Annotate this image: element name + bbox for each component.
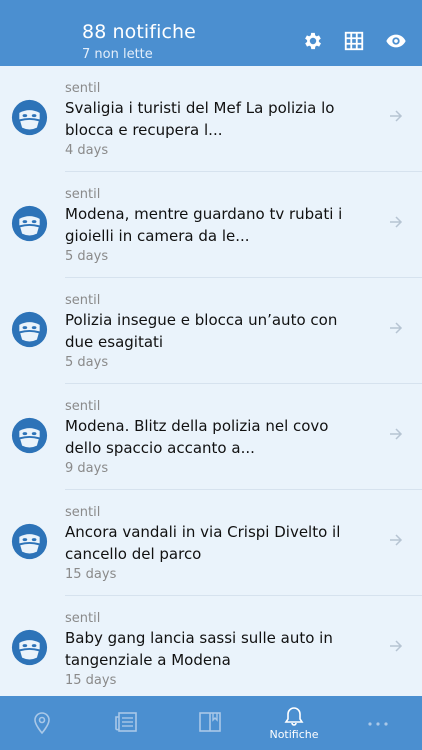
tab-book[interactable] [168, 696, 252, 750]
unread-count: 7 non lette [82, 47, 153, 62]
notification-sender: sentil [65, 399, 101, 414]
notification-item[interactable]: sentil Modena. Blitz della polizia nel c… [0, 384, 422, 490]
notification-text: Polizia insegue e blocca un’auto con due… [65, 311, 338, 351]
ninja-avatar-icon [11, 311, 48, 348]
notification-text: Svaligia i turisti del Mef La polizia lo… [65, 99, 335, 139]
bell-icon [284, 707, 304, 726]
ninja-avatar-icon [11, 417, 48, 454]
ninja-avatar-icon [11, 523, 48, 560]
notification-item[interactable]: sentil Ancora vandali in via Crispi Dive… [0, 490, 422, 596]
notification-item[interactable]: sentil Svaligia i turisti del Mef La pol… [0, 66, 422, 172]
notification-item[interactable]: sentil Polizia insegue e blocca un’auto … [0, 278, 422, 384]
arrow-right-icon [390, 640, 403, 652]
gear-icon[interactable] [302, 30, 324, 52]
arrow-right-icon [390, 110, 403, 122]
news-icon [115, 712, 137, 732]
page-title: 88 notifiche [82, 21, 196, 43]
notification-text: Modena. Blitz della polizia nel covo del… [65, 417, 329, 457]
arrow-right-icon [390, 534, 403, 546]
notification-time: 15 days [65, 567, 117, 582]
ninja-avatar-icon [11, 99, 48, 136]
tab-news[interactable] [84, 696, 168, 750]
tab-map[interactable] [0, 696, 84, 750]
map-pin-icon [34, 712, 50, 735]
notification-text: Ancora vandali in via Crispi Divelto il … [65, 523, 341, 563]
notification-sender: sentil [65, 293, 101, 308]
notification-sender: sentil [65, 187, 101, 202]
notification-time: 15 days [65, 673, 117, 688]
notification-text: Modena, mentre guardano tv rubati i gioi… [65, 205, 343, 245]
tab-notifiche[interactable]: Notifiche [252, 696, 336, 750]
arrow-right-icon [390, 216, 403, 228]
tab-label: Notifiche [269, 728, 319, 741]
notification-time: 5 days [65, 355, 109, 370]
ninja-avatar-icon [11, 629, 48, 666]
tab-more[interactable] [336, 696, 420, 750]
notification-item[interactable]: sentil Baby gang lancia sassi sulle auto… [0, 596, 422, 696]
notification-sender: sentil [65, 505, 101, 520]
notification-time: 9 days [65, 461, 109, 476]
notification-time: 5 days [65, 249, 109, 264]
notification-time: 4 days [65, 143, 109, 158]
arrow-right-icon [390, 428, 403, 440]
notification-text: Baby gang lancia sassi sulle auto in tan… [65, 629, 333, 669]
eye-icon[interactable] [384, 30, 408, 52]
notification-sender: sentil [65, 611, 101, 626]
arrow-right-icon [390, 322, 403, 334]
book-icon [199, 712, 221, 732]
tab-bar: Notifiche [0, 696, 422, 750]
app-header: 88 notifiche 7 non lette [0, 0, 422, 66]
more-icon [368, 722, 388, 726]
notification-list: sentil Svaligia i turisti del Mef La pol… [0, 66, 422, 696]
grid-icon[interactable] [343, 30, 365, 52]
ninja-avatar-icon [11, 205, 48, 242]
notification-item[interactable]: sentil Modena, mentre guardano tv rubati… [0, 172, 422, 278]
notification-sender: sentil [65, 81, 101, 96]
